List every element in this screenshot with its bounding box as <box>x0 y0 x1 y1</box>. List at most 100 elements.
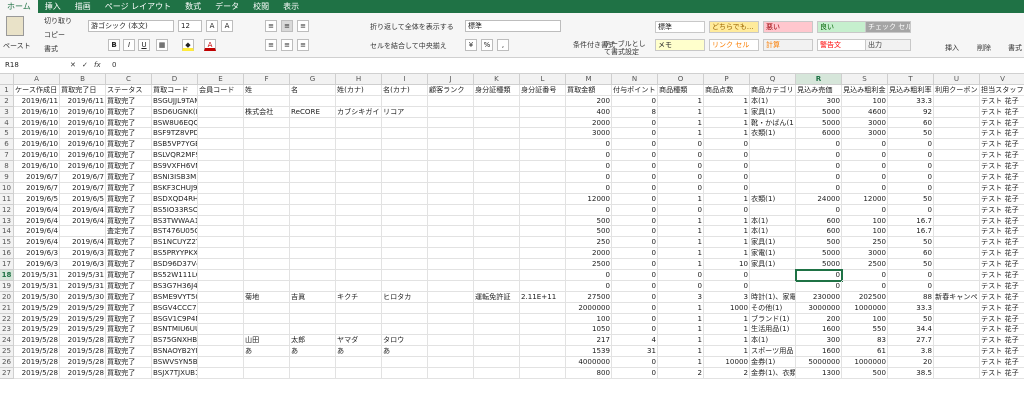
row-header[interactable]: 14 <box>0 226 14 238</box>
cell[interactable] <box>198 259 244 271</box>
cell[interactable] <box>244 302 290 314</box>
cell[interactable] <box>244 193 290 205</box>
cell[interactable]: 230000 <box>796 291 842 303</box>
cell[interactable]: 身分証種類 <box>474 84 520 96</box>
cell[interactable]: BSW8U6EQQ57O <box>152 117 198 129</box>
row-header[interactable]: 13 <box>0 215 14 227</box>
cell[interactable] <box>520 302 566 314</box>
cell[interactable]: 1 <box>704 237 750 249</box>
cell[interactable] <box>198 128 244 140</box>
cell[interactable] <box>750 150 796 162</box>
cell[interactable]: 0 <box>612 270 658 281</box>
cell[interactable]: 2019/5/30 <box>60 291 106 303</box>
cell[interactable] <box>336 128 382 140</box>
cell[interactable]: 2019/5/28 <box>14 346 60 358</box>
cell[interactable] <box>198 161 244 173</box>
row-header[interactable]: 20 <box>0 291 14 303</box>
cell[interactable] <box>198 324 244 336</box>
cell[interactable]: 1 <box>704 117 750 129</box>
increase-font-button[interactable]: A <box>206 20 218 32</box>
currency-icon[interactable]: ¥ <box>465 39 477 51</box>
cell[interactable] <box>290 259 336 271</box>
cell[interactable] <box>244 117 290 129</box>
row-header[interactable]: 12 <box>0 204 14 216</box>
cell[interactable]: テスト 花子 <box>980 292 1024 303</box>
cell[interactable] <box>934 302 980 314</box>
cell[interactable]: 利用クーポン <box>934 84 980 96</box>
cell[interactable] <box>382 139 428 151</box>
cell[interactable] <box>520 95 566 107</box>
cell[interactable]: 担当スタッフ <box>980 85 1024 96</box>
cell[interactable]: 800 <box>566 368 612 379</box>
cell[interactable] <box>474 172 520 183</box>
cell[interactable]: 2019/6/11 <box>14 95 60 107</box>
cell[interactable]: 買取完了 <box>106 215 152 227</box>
cell[interactable] <box>428 357 474 369</box>
cell[interactable]: 1 <box>704 346 750 358</box>
cell[interactable]: 33.3 <box>888 302 934 314</box>
cell[interactable] <box>428 182 474 194</box>
cell[interactable]: 0 <box>612 226 658 238</box>
cell[interactable] <box>934 182 980 194</box>
cell[interactable]: 0 <box>612 182 658 194</box>
row-header[interactable]: 10 <box>0 182 14 194</box>
cell[interactable]: 本(1) <box>750 95 796 107</box>
cell[interactable] <box>198 291 244 303</box>
cell[interactable]: 衣類(1) <box>750 193 796 205</box>
cell[interactable] <box>290 368 336 379</box>
cell[interactable]: 1000000 <box>842 357 888 369</box>
cell[interactable] <box>934 193 980 205</box>
cell[interactable] <box>198 106 244 118</box>
cell[interactable]: 新春キャンペ <box>934 291 980 303</box>
cell[interactable]: 0 <box>658 150 704 162</box>
cell[interactable]: BSDXQD4RH3O6 <box>152 193 198 205</box>
cell[interactable]: 0 <box>612 302 658 314</box>
cell[interactable]: BSF9TZ8VPDM8 <box>152 128 198 140</box>
copy-button[interactable]: コピー <box>44 30 65 40</box>
cell[interactable]: 見込み粗利金 <box>842 84 888 96</box>
cell[interactable] <box>520 346 566 358</box>
cell[interactable]: 0 <box>612 172 658 183</box>
cell[interactable] <box>336 117 382 129</box>
cell[interactable]: BS1NCUYZ2TYE <box>152 237 198 249</box>
cell[interactable]: 2019/6/10 <box>14 139 60 151</box>
cell[interactable]: タロウ <box>382 335 428 347</box>
cell[interactable] <box>198 313 244 325</box>
cell[interactable]: BSNI3ISB3M1A <box>152 172 198 183</box>
cell[interactable] <box>934 204 980 216</box>
cell[interactable]: 本(1) <box>750 226 796 238</box>
cell[interactable]: 0 <box>842 270 888 281</box>
cell[interactable]: 0 <box>566 270 612 281</box>
cell[interactable] <box>474 226 520 238</box>
cell[interactable] <box>198 95 244 107</box>
cell[interactable]: 0 <box>566 150 612 162</box>
cell[interactable]: 顧客ランク <box>428 84 474 96</box>
cell[interactable]: 0 <box>842 280 888 292</box>
cell[interactable] <box>336 313 382 325</box>
cell-style[interactable]: リンク セル <box>709 39 759 51</box>
cell[interactable] <box>244 172 290 183</box>
cell[interactable]: テスト 花子 <box>980 259 1024 271</box>
align-center-icon[interactable]: ≡ <box>281 39 293 51</box>
cell[interactable]: 3000 <box>842 117 888 129</box>
cell[interactable] <box>474 150 520 162</box>
cell[interactable] <box>290 324 336 336</box>
cell[interactable]: 金券(1) <box>750 357 796 369</box>
cell[interactable]: 0 <box>566 182 612 194</box>
cell[interactable]: 202500 <box>842 291 888 303</box>
cell[interactable] <box>382 150 428 162</box>
cell[interactable]: 200 <box>566 95 612 107</box>
cell[interactable] <box>336 95 382 107</box>
cell[interactable]: テスト 花子 <box>980 368 1024 379</box>
cell[interactable] <box>198 117 244 129</box>
cell[interactable]: BS9VXFH6VND6 <box>152 161 198 173</box>
cell[interactable]: 0 <box>612 259 658 271</box>
cell[interactable]: 生活用品(1) <box>750 324 796 336</box>
cell[interactable] <box>428 161 474 173</box>
cell[interactable]: 姓(カナ) <box>336 84 382 96</box>
cell[interactable]: BSGV1C9P4NBK <box>152 313 198 325</box>
cell[interactable] <box>198 248 244 260</box>
cell[interactable]: テスト 花子 <box>980 335 1024 347</box>
cell[interactable] <box>934 139 980 151</box>
cell[interactable]: 60 <box>888 117 934 129</box>
